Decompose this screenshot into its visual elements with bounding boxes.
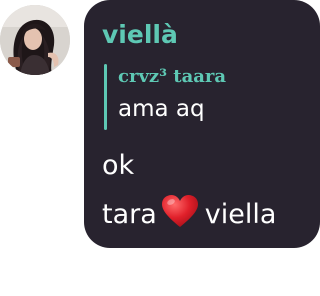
reply-text: ama aq bbox=[118, 96, 205, 122]
reply-author: crvz³ taara bbox=[118, 66, 227, 87]
reply-accent-bar bbox=[104, 64, 107, 130]
message-bubble[interactable]: viellà crvz³ taara ama aq ok tara viella bbox=[84, 0, 320, 248]
profile-photo-icon bbox=[0, 5, 70, 75]
reply-quote[interactable]: crvz³ taara ama aq bbox=[104, 64, 304, 130]
message-text-line-1: ok bbox=[102, 150, 135, 181]
message-text-word-1: tara bbox=[102, 199, 157, 230]
message-text-word-2: viella bbox=[204, 199, 277, 230]
avatar[interactable] bbox=[0, 5, 70, 75]
chat-view: viellà crvz³ taara ama aq ok tara viella bbox=[0, 0, 320, 296]
red-heart-icon bbox=[161, 194, 199, 228]
message-text-line-2: tara viella bbox=[102, 194, 276, 228]
sender-name[interactable]: viellà bbox=[102, 20, 178, 49]
